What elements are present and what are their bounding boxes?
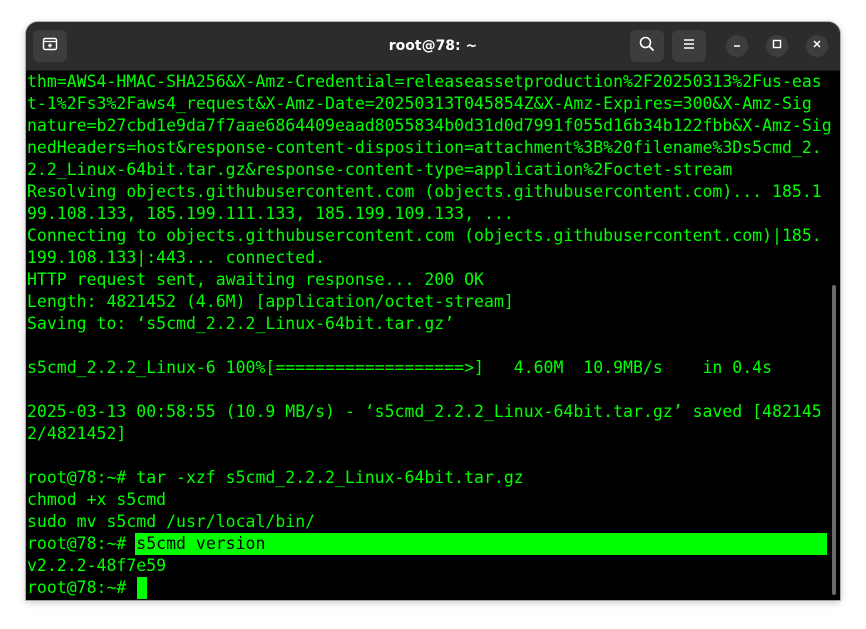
terminal-line: 99.108.133, 185.199.111.133, 185.199.109… — [27, 204, 514, 223]
search-button[interactable] — [630, 30, 664, 62]
text-cursor — [137, 577, 147, 599]
window-title: root@78: ~ — [388, 38, 478, 54]
terminal-line: nedHeaders=host&response-content-disposi… — [27, 138, 822, 157]
maximize-icon — [771, 37, 783, 55]
minimize-icon — [731, 37, 743, 55]
terminal-line: t-1%2Fs3%2Faws4_request&X-Amz-Date=20250… — [27, 94, 812, 113]
close-button[interactable] — [806, 35, 828, 57]
terminal-line: 2025-03-13 00:58:55 (10.9 MB/s) - ‘s5cmd… — [27, 402, 822, 421]
terminal-line: 2.2_Linux-64bit.tar.gz&response-content-… — [27, 160, 733, 179]
prompt-line: root@78:~# s5cmd version — [27, 533, 265, 555]
terminal-line: Connecting to objects.githubusercontent.… — [27, 226, 822, 245]
terminal-line: Length: 4821452 (4.6M) [application/octe… — [27, 292, 514, 311]
command-line: chmod +x s5cmd — [27, 490, 167, 509]
menu-button[interactable] — [672, 30, 706, 62]
shell-prompt: root@78:~# — [27, 578, 137, 597]
terminal-line: thm=AWS4-HMAC-SHA256&X-Amz-Credential=re… — [27, 72, 822, 91]
version-output: v2.2.2-48f7e59 — [27, 556, 167, 575]
terminal-window: root@78: ~ thm=AWS4-HMAC-SHA256&X-Amz-Cr… — [26, 22, 840, 600]
close-icon — [811, 37, 823, 55]
command-line: root@78:~# tar -xzf s5cmd_2.2.2_Linux-64… — [27, 468, 524, 487]
terminal-line: HTTP request sent, awaiting response... … — [27, 270, 484, 289]
shell-prompt: root@78:~# — [27, 534, 137, 553]
terminal-line: 199.108.133|:443... connected. — [27, 248, 326, 267]
selected-command[interactable]: s5cmd version — [136, 534, 265, 553]
progress-line: s5cmd_2.2.2_Linux-6 100%[===============… — [27, 358, 773, 377]
terminal-line: 2/4821452] — [27, 424, 127, 443]
maximize-button[interactable] — [766, 35, 788, 57]
search-icon — [638, 35, 656, 58]
title-bar[interactable]: root@78: ~ — [26, 22, 840, 71]
scrollbar[interactable] — [832, 285, 836, 595]
terminal-line: Saving to: ‘s5cmd_2.2.2_Linux-64bit.tar.… — [27, 314, 455, 333]
terminal-output[interactable]: thm=AWS4-HMAC-SHA256&X-Amz-Credential=re… — [26, 71, 840, 600]
hamburger-menu-icon — [681, 36, 697, 57]
terminal-line: Resolving objects.githubusercontent.com … — [27, 182, 822, 201]
command-line: sudo mv s5cmd /usr/local/bin/ — [27, 512, 316, 531]
terminal-line: nature=b27cbd1e9da7f7aae6864409eaad80558… — [27, 116, 832, 135]
minimize-button[interactable] — [726, 35, 748, 57]
